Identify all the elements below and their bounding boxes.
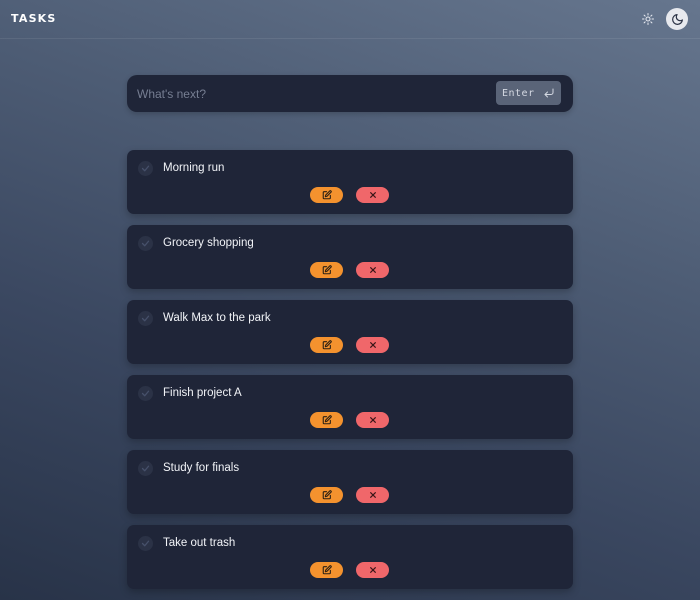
dark-theme-button[interactable] xyxy=(666,8,688,30)
complete-task-button[interactable] xyxy=(138,536,153,551)
top-bar: TASKS xyxy=(0,0,700,39)
task-item: Study for finals xyxy=(127,450,573,514)
delete-task-button[interactable] xyxy=(356,487,389,503)
return-arrow-icon xyxy=(544,88,554,98)
delete-task-button[interactable] xyxy=(356,562,389,578)
close-icon xyxy=(369,567,376,573)
edit-task-button[interactable] xyxy=(310,187,343,203)
edit-icon xyxy=(322,490,332,500)
check-icon xyxy=(141,540,150,547)
task-title: Walk Max to the park xyxy=(163,312,271,324)
edit-icon xyxy=(322,565,332,575)
task-title: Grocery shopping xyxy=(163,237,254,249)
light-theme-button[interactable] xyxy=(638,9,658,29)
delete-task-button[interactable] xyxy=(356,337,389,353)
edit-task-button[interactable] xyxy=(310,412,343,428)
delete-task-button[interactable] xyxy=(356,412,389,428)
check-icon xyxy=(141,240,150,247)
complete-task-button[interactable] xyxy=(138,461,153,476)
app-title: TASKS xyxy=(11,12,57,25)
edit-task-button[interactable] xyxy=(310,562,343,578)
task-title: Finish project A xyxy=(163,387,242,399)
task-list: Morning run Grocery shopping Walk Max to… xyxy=(127,150,573,600)
complete-task-button[interactable] xyxy=(138,386,153,401)
delete-task-button[interactable] xyxy=(356,187,389,203)
close-icon xyxy=(369,342,376,348)
edit-icon xyxy=(322,415,332,425)
complete-task-button[interactable] xyxy=(138,236,153,251)
task-title: Morning run xyxy=(163,162,225,174)
edit-task-button[interactable] xyxy=(310,337,343,353)
enter-button-label: Enter xyxy=(502,87,535,99)
moon-icon xyxy=(671,13,683,25)
close-icon xyxy=(369,267,376,273)
edit-icon xyxy=(322,265,332,275)
sun-icon xyxy=(642,13,654,25)
edit-icon xyxy=(322,190,332,200)
edit-task-button[interactable] xyxy=(310,487,343,503)
task-item: Finish project A xyxy=(127,375,573,439)
enter-button[interactable]: Enter xyxy=(496,81,561,105)
complete-task-button[interactable] xyxy=(138,161,153,176)
edit-task-button[interactable] xyxy=(310,262,343,278)
complete-task-button[interactable] xyxy=(138,311,153,326)
check-icon xyxy=(141,165,150,172)
task-item: Take out trash xyxy=(127,525,573,589)
edit-icon xyxy=(322,340,332,350)
task-item: Grocery shopping xyxy=(127,225,573,289)
delete-task-button[interactable] xyxy=(356,262,389,278)
check-icon xyxy=(141,390,150,397)
task-title: Take out trash xyxy=(163,537,236,549)
new-task-input[interactable] xyxy=(137,83,487,104)
close-icon xyxy=(369,492,376,498)
task-title: Study for finals xyxy=(163,462,240,474)
task-item: Walk Max to the park xyxy=(127,300,573,364)
check-icon xyxy=(141,465,150,472)
new-task-bar: Enter xyxy=(127,75,573,112)
check-icon xyxy=(141,315,150,322)
task-item: Morning run xyxy=(127,150,573,214)
close-icon xyxy=(369,417,376,423)
close-icon xyxy=(369,192,376,198)
